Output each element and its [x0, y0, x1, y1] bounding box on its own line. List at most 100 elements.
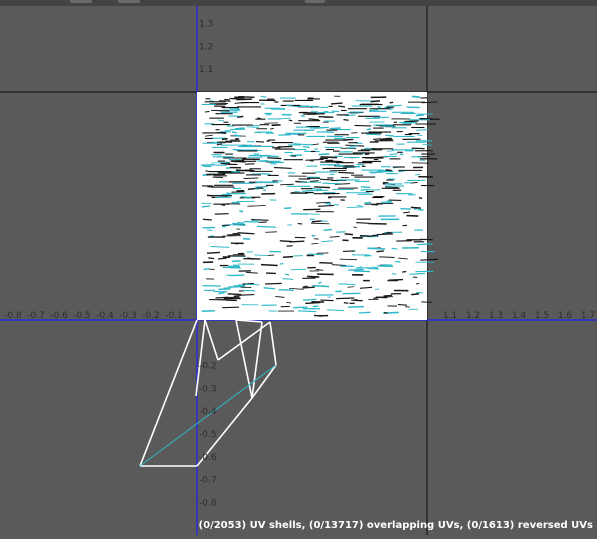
uv-edge [287, 246, 293, 247]
uv-edge [407, 107, 420, 108]
uv-edge [325, 203, 331, 204]
uv-edge [372, 235, 378, 236]
uv-edge [418, 210, 423, 211]
uv-edge [302, 287, 314, 288]
uv-edge [239, 211, 243, 212]
uv-edge [239, 285, 244, 286]
u-tick-label: 1.6 [558, 311, 573, 321]
uv-edge [331, 103, 342, 104]
uv-edge [318, 282, 321, 283]
uv-edge [289, 241, 304, 242]
v-tick-label: -0.5 [199, 430, 217, 440]
u-tick-label: 1.4 [512, 311, 527, 321]
uv-edge [232, 223, 245, 224]
uv-edge [383, 295, 392, 296]
uv-edge [366, 129, 371, 130]
uv-edge [324, 230, 332, 231]
uv-edge [412, 148, 425, 149]
uv-edge [232, 132, 237, 133]
uv-shell-edge [236, 320, 252, 398]
uv-edge [222, 139, 228, 140]
uv-edge [230, 267, 236, 268]
uv-shell-edge [270, 322, 276, 365]
v-tick-label: 1.3 [199, 20, 213, 30]
uv-edge [285, 274, 289, 275]
uv-edge [417, 244, 432, 245]
uv-edge [354, 271, 370, 272]
u-tick-label: 1.7 [581, 311, 595, 321]
uv-edge [371, 101, 380, 102]
uv-edge [361, 187, 370, 188]
uv-edge [421, 302, 432, 303]
uv-edge [343, 120, 348, 121]
uv-edge [257, 226, 276, 227]
uv-edge [348, 270, 363, 271]
uv-edge [376, 251, 383, 252]
uv-edge [413, 277, 417, 278]
uv-edge [234, 135, 240, 136]
uv-edge [261, 96, 267, 97]
uv-edge [366, 134, 380, 135]
uv-edge [338, 172, 354, 173]
uv-edge [314, 187, 330, 188]
uv-edge [280, 184, 294, 185]
uv-edge [228, 294, 242, 295]
uv-edge [414, 209, 418, 210]
uv-edge [231, 243, 238, 244]
uv-edge [384, 313, 388, 314]
uv-edge [320, 157, 337, 158]
uv-edge [222, 307, 239, 308]
uv-edge [402, 271, 406, 272]
uv-edge [320, 300, 333, 301]
uv-edge [416, 283, 419, 284]
uv-edge [327, 310, 344, 311]
uv-edge [205, 111, 209, 112]
uv-edge [389, 154, 397, 155]
uv-editor-viewport[interactable]: -0.9-0.8-0.7-0.6-0.5-0.4-0.3-0.2-0.11.11… [0, 0, 597, 535]
toolbar-button-icon[interactable] [70, 0, 92, 3]
uv-edge [208, 258, 214, 259]
uv-edge [365, 154, 369, 155]
uv-edge [417, 135, 422, 136]
u-tick-label: -0.6 [50, 311, 68, 321]
uv-edge [202, 311, 215, 312]
uv-edge [211, 110, 229, 111]
u-tick-label: -0.3 [119, 311, 137, 321]
uv-edge [207, 252, 220, 253]
u-tick-label: -0.5 [73, 311, 91, 321]
uv-edge [216, 297, 229, 298]
uv-0-1-tile[interactable] [197, 92, 440, 320]
toolbar-button-icon[interactable] [305, 0, 325, 3]
uv-canvas[interactable]: -0.9-0.8-0.7-0.6-0.5-0.4-0.3-0.2-0.11.11… [0, 0, 597, 535]
uv-edge [314, 127, 329, 128]
uv-edge [202, 206, 210, 207]
uv-shell-edge [218, 322, 270, 360]
v-tick-label: 1.1 [199, 65, 213, 75]
uv-edge [392, 248, 398, 249]
uv-edge [344, 303, 348, 304]
uv-edge [386, 170, 392, 171]
uv-edge [289, 155, 301, 156]
uv-edge [311, 223, 329, 224]
uv-edge [398, 305, 407, 306]
uv-edge [230, 129, 245, 130]
u-tick-label: -0.4 [96, 311, 114, 321]
uv-edge [312, 286, 329, 287]
uv-edge [419, 198, 422, 199]
uv-edge [320, 179, 333, 180]
uv-edge [234, 296, 239, 297]
u-tick-label: 1.1 [443, 311, 457, 321]
uv-edge [330, 237, 340, 238]
uv-edge [218, 293, 224, 294]
uv-edge [308, 254, 324, 255]
uv-edge [336, 298, 354, 299]
toolbar-button-icon[interactable] [118, 0, 140, 3]
u-tick-label: -0.8 [4, 311, 22, 321]
v-tick-label: 1.2 [199, 42, 213, 52]
uv-edge [256, 142, 264, 143]
uv-edge [377, 234, 393, 235]
uv-edge [340, 259, 357, 260]
uv-edge [203, 286, 221, 287]
uv-edge [412, 96, 420, 97]
uv-edge [229, 109, 239, 110]
